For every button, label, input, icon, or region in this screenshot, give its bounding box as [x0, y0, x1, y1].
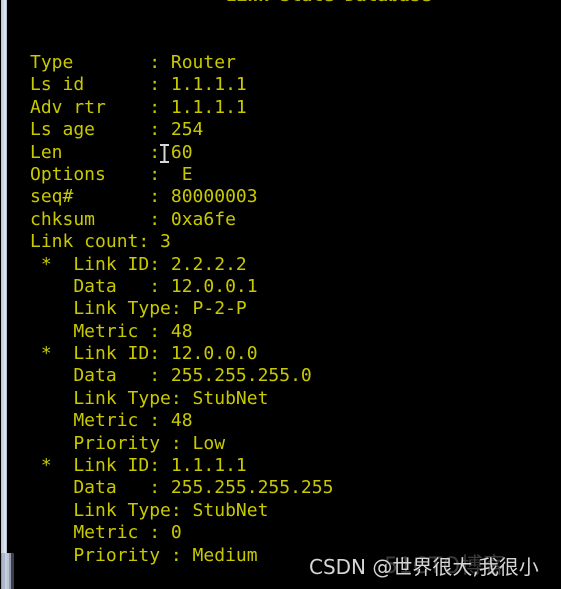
line-metric-2: Metric : 48: [30, 410, 193, 432]
scrollbar-thumb[interactable]: [0, 553, 14, 589]
line-type: Type : Router: [30, 52, 236, 73]
line-ls-id: Ls id : 1.1.1.1: [30, 74, 247, 96]
line-options: Options : E: [30, 163, 193, 185]
line-link-id-3: * Link ID: 1.1.1.1: [30, 455, 247, 477]
line-metric-1: Metric : 48: [30, 320, 193, 342]
scrollbar-track[interactable]: [0, 0, 14, 589]
line-len: Len : 60: [30, 141, 193, 163]
line-link-type-1: Link Type: P-2-P: [30, 298, 247, 320]
line-data-1: Data : 12.0.0.1: [30, 275, 258, 297]
terminal-output: Type : Router Ls id : 1.1.1.1 Adv rtr : 1.…: [0, 0, 561, 589]
watermark-csdn: CSDN @世界很大,我很小: [309, 555, 539, 579]
line-seq: seq# : 80000003: [30, 186, 258, 208]
line-link-type-3: Link Type: StubNet: [30, 499, 269, 521]
line-link-id-1: * Link ID: 2.2.2.2: [30, 253, 247, 275]
line-link-count: Link count: 3: [30, 231, 171, 253]
line-adv-rtr: Adv rtr : 1.1.1.1: [30, 96, 247, 118]
line-ls-age: Ls age : 254: [30, 119, 204, 141]
line-metric-3: Metric : 0: [30, 522, 182, 544]
line-priority-2: Priority : Low: [30, 432, 226, 454]
terminal-lines: Type : Router Ls id : 1.1.1.1 Adv rtr : 1.…: [30, 52, 333, 567]
line-chksum: chksum : 0xa6fe: [30, 208, 236, 230]
line-data-2: Data : 255.255.255.0: [30, 365, 312, 387]
line-data-3: Data : 255.255.255.255: [30, 477, 334, 499]
line-link-id-2: * Link ID: 12.0.0.0: [30, 343, 258, 365]
line-priority-3: Priority : Medium: [30, 544, 258, 566]
line-link-type-2: Link Type: StubNet: [30, 387, 269, 409]
terminal-window: Link State Database Type : RouterLs id :…: [0, 0, 561, 589]
